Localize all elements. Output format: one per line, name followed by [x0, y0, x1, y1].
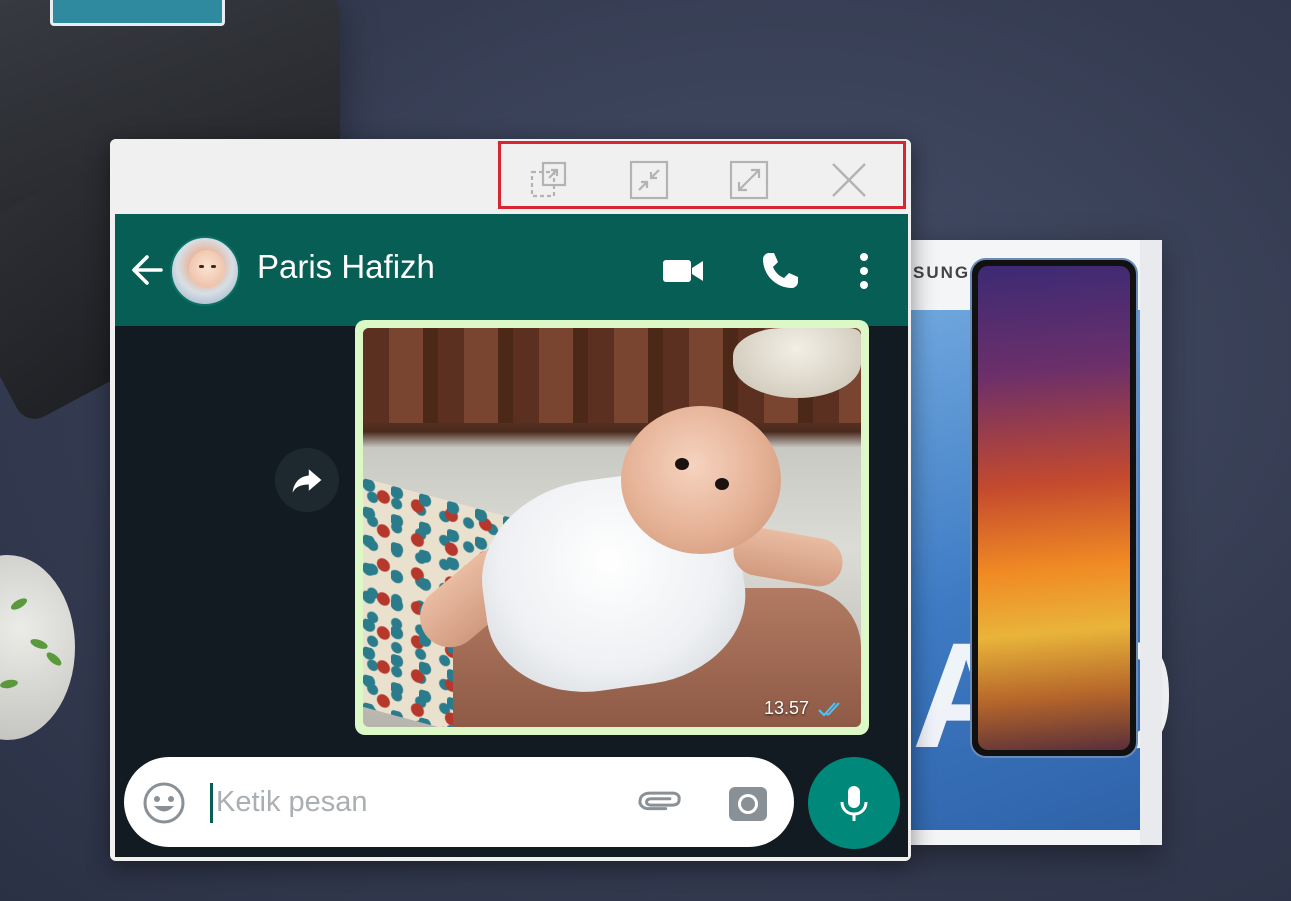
microphone-icon	[840, 786, 868, 821]
emoji-icon[interactable]	[142, 781, 186, 825]
contact-name[interactable]: Paris Hafizh	[257, 248, 435, 286]
message-input[interactable]	[216, 779, 596, 825]
baby-photo[interactable]: 13.57	[363, 328, 861, 727]
image-message-bubble[interactable]: 13.57	[355, 320, 869, 735]
paperclip-icon[interactable]	[638, 781, 682, 825]
camera-icon[interactable]	[726, 781, 770, 825]
video-call-button[interactable]	[660, 248, 706, 294]
whatsapp-chat-screen: Paris Hafizh 13.57 Ketik pesan	[115, 214, 908, 857]
avatar-eye	[211, 265, 216, 268]
maximize-icon	[729, 160, 769, 200]
contact-avatar[interactable]	[170, 236, 240, 306]
more-options-button[interactable]	[841, 248, 887, 294]
minimize-icon	[629, 160, 669, 200]
resize-icon	[530, 161, 567, 198]
background-phone-box-edge	[1140, 240, 1162, 845]
message-time: 13.57	[763, 698, 809, 718]
background-phone-screen	[978, 266, 1130, 750]
double-check-icon	[818, 701, 840, 716]
window-titlebar[interactable]	[110, 139, 911, 214]
close-icon	[832, 163, 866, 197]
photo-eye	[715, 478, 729, 490]
voice-call-icon	[763, 253, 798, 288]
resize-button[interactable]	[529, 160, 569, 200]
voice-call-button[interactable]	[757, 248, 803, 294]
message-composer	[124, 757, 794, 847]
avatar-face	[189, 250, 225, 288]
message-list: 13.57	[115, 320, 908, 744]
message-meta: 13.57	[764, 698, 847, 719]
background-bag-tag	[50, 0, 225, 26]
avatar-eye	[199, 265, 204, 268]
photo-head	[621, 406, 781, 554]
text-caret	[210, 783, 213, 823]
video-call-icon	[663, 260, 703, 282]
maximize-button[interactable]	[729, 160, 769, 200]
voice-message-button[interactable]	[808, 757, 900, 849]
more-options-icon	[860, 253, 868, 289]
photo-eye	[675, 458, 689, 470]
back-arrow-icon[interactable]	[127, 250, 167, 290]
minimize-button[interactable]	[629, 160, 669, 200]
close-button[interactable]	[829, 160, 869, 200]
forward-icon	[292, 469, 322, 493]
background-phone-device	[970, 258, 1138, 758]
forward-button[interactable]	[275, 448, 339, 512]
chat-header: Paris Hafizh	[115, 214, 908, 326]
background-brand-text: SUNG	[913, 263, 971, 282]
window-controls-highlight	[498, 141, 906, 209]
photo-cloth	[733, 328, 861, 398]
floating-window: Paris Hafizh 13.57 Ketik pesan	[110, 139, 911, 861]
